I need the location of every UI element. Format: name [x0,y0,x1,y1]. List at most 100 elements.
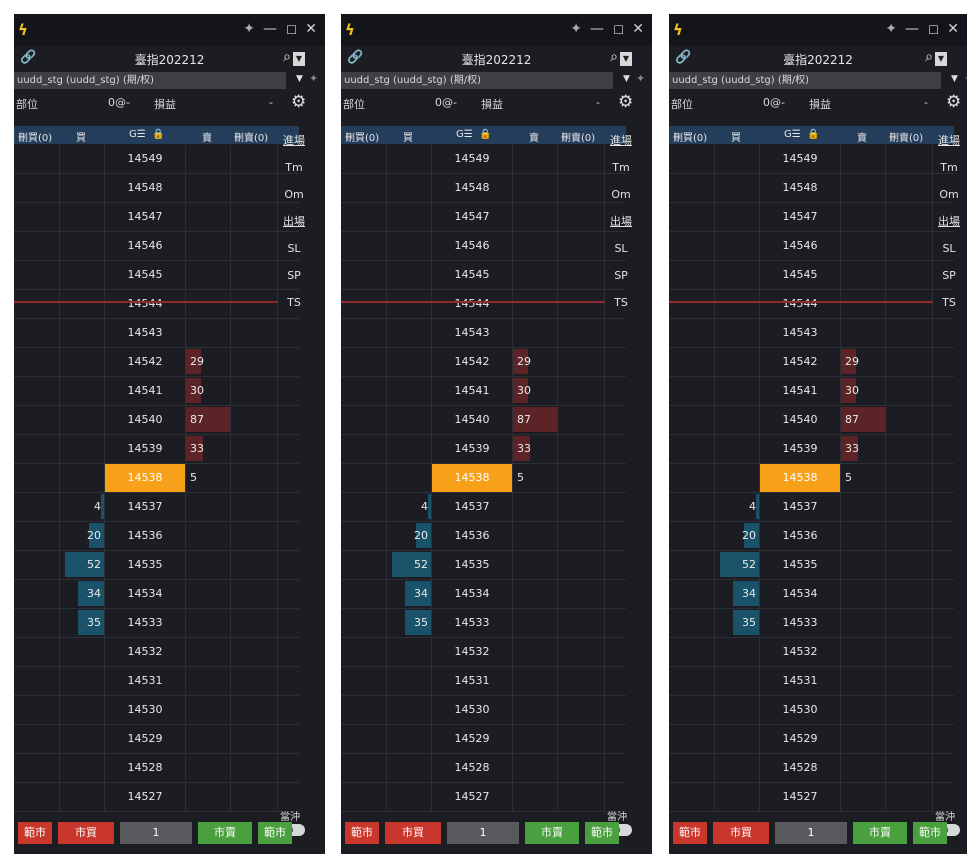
bid-cell[interactable] [387,319,432,347]
ladder-row[interactable]: 14540 87 [669,406,954,435]
delete-buy-cell[interactable] [669,580,715,608]
delete-sell-cell[interactable] [886,464,933,492]
ask-cell[interactable] [841,203,886,231]
ladder-row[interactable]: 14538 5 [341,464,626,493]
ask-cell[interactable] [186,638,231,666]
ask-cell[interactable] [513,522,558,550]
price-cell[interactable]: 14547 [760,203,841,231]
ask-cell[interactable] [186,203,231,231]
om-button[interactable]: Om [934,181,964,208]
ask-cell[interactable] [186,319,231,347]
ladder-row[interactable]: 4 14537 [14,493,299,522]
delete-buy-cell[interactable] [669,783,715,811]
delete-buy-cell[interactable] [341,725,387,753]
price-cell[interactable]: 14541 [105,377,186,405]
delete-sell-cell[interactable] [886,232,933,260]
ask-cell[interactable] [513,580,558,608]
ask-cell[interactable]: 30 [841,377,886,405]
ladder-row[interactable]: 14538 5 [14,464,299,493]
ladder-row[interactable]: 14549 [14,145,299,174]
ladder-row[interactable]: 4 14537 [669,493,954,522]
bid-cell[interactable] [715,261,760,289]
delete-buy-cell[interactable] [14,522,60,550]
ask-cell[interactable] [841,696,886,724]
close-position-buy-button[interactable]: 範市 [18,822,52,844]
ask-cell[interactable] [513,290,558,318]
ask-cell[interactable]: 29 [186,348,231,376]
bid-cell[interactable] [715,464,760,492]
ladder-row[interactable]: 14541 30 [669,377,954,406]
bid-cell[interactable] [715,638,760,666]
ask-cell[interactable] [513,725,558,753]
bid-cell[interactable] [715,232,760,260]
bid-cell[interactable]: 35 [387,609,432,637]
price-cell[interactable]: 14528 [432,754,513,782]
minimize-button[interactable]: — [905,21,919,37]
ask-cell[interactable] [841,580,886,608]
delete-buy-cell[interactable] [14,319,60,347]
bid-cell[interactable] [387,725,432,753]
delete-buy-cell[interactable] [669,609,715,637]
price-cell[interactable]: 14537 [432,493,513,521]
exit-link[interactable]: 出場 [934,208,964,235]
ask-cell[interactable] [186,290,231,318]
market-buy-button[interactable]: 市買 [385,822,441,844]
price-cell[interactable]: 14532 [432,638,513,666]
price-cell[interactable]: 14527 [105,783,186,811]
lock-icon[interactable]: 🔒 [152,129,164,140]
ladder-row[interactable]: 14543 [669,319,954,348]
ladder-row[interactable]: 14539 33 [341,435,626,464]
bid-cell[interactable] [715,667,760,695]
delete-buy-cell[interactable] [14,667,60,695]
delete-sell-cell[interactable] [558,551,605,579]
bid-cell[interactable]: 52 [60,551,105,579]
ask-cell[interactable] [186,580,231,608]
bid-cell[interactable] [387,348,432,376]
ladder-row[interactable]: 14549 [669,145,954,174]
price-cell[interactable]: 14545 [432,261,513,289]
delete-sell-cell[interactable] [231,551,278,579]
ladder-row[interactable]: 4 14537 [341,493,626,522]
ladder-row[interactable]: 14543 [341,319,626,348]
ask-cell[interactable] [513,232,558,260]
price-cell[interactable]: 14547 [432,203,513,231]
chevron-down-icon[interactable]: ▼ [951,74,958,84]
delete-buy-cell[interactable] [14,638,60,666]
bid-cell[interactable] [715,435,760,463]
bid-cell[interactable] [387,464,432,492]
delete-sell-cell[interactable] [231,464,278,492]
delete-buy-cell[interactable] [341,580,387,608]
delete-buy-cell[interactable] [669,406,715,434]
sl-button[interactable]: SL [606,235,636,262]
price-cell[interactable]: 14540 [760,406,841,434]
price-cell[interactable]: 14539 [105,435,186,463]
delete-buy-cell[interactable] [341,551,387,579]
ladder-row[interactable]: 14527 [669,783,954,812]
ask-cell[interactable] [186,261,231,289]
gear-icon[interactable]: ⚙ [946,92,961,112]
bid-cell[interactable] [60,406,105,434]
bid-cell[interactable] [60,319,105,347]
ladder-row[interactable]: 14531 [341,667,626,696]
delete-buy-cell[interactable] [669,232,715,260]
ask-cell[interactable] [513,261,558,289]
ladder-row[interactable]: 52 14535 [341,551,626,580]
sp-button[interactable]: SP [934,262,964,289]
ask-cell[interactable] [186,667,231,695]
delete-sell-cell[interactable] [886,377,933,405]
ask-cell[interactable] [186,696,231,724]
ladder-row[interactable]: 14548 [669,174,954,203]
bid-cell[interactable] [715,174,760,202]
close-position-buy-button[interactable]: 範市 [345,822,379,844]
price-cell[interactable]: 14544 [760,290,841,318]
ladder-row[interactable]: 14544 [341,290,626,319]
quantity-field[interactable]: 1 [775,822,847,844]
ask-cell[interactable] [513,638,558,666]
price-cell[interactable]: 14527 [432,783,513,811]
symbol-label[interactable]: 臺指202212 [341,51,652,68]
bid-cell[interactable]: 34 [60,580,105,608]
price-cell[interactable]: 14536 [105,522,186,550]
price-cell[interactable]: 14539 [432,435,513,463]
delete-buy-cell[interactable] [14,406,60,434]
delete-buy-cell[interactable] [669,203,715,231]
